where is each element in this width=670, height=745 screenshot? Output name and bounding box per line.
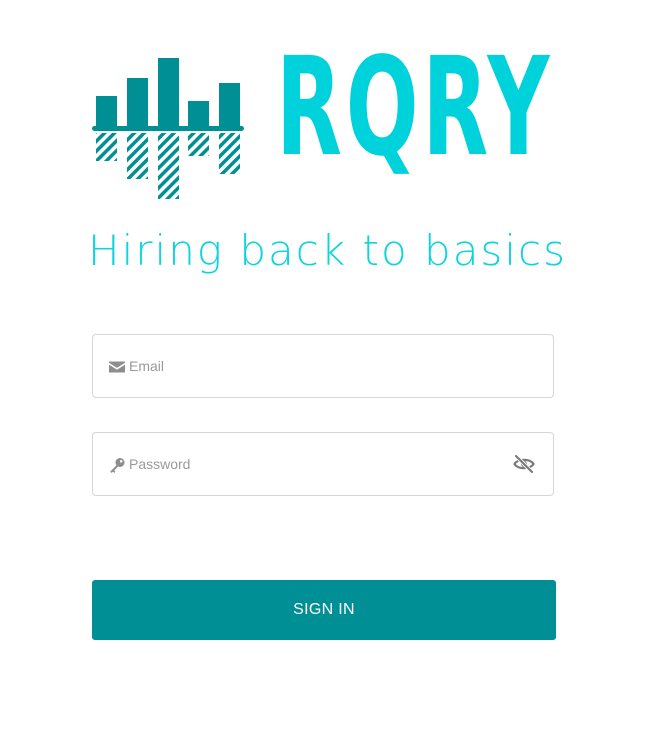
sign-in-button[interactable]: SIGN IN <box>92 580 556 640</box>
brand-header: RQRY Hiring back to basics <box>0 0 670 290</box>
email-input[interactable] <box>129 335 509 397</box>
envelope-icon <box>109 361 125 373</box>
password-input[interactable] <box>129 433 509 495</box>
eye-slash-icon[interactable] <box>513 454 535 474</box>
logo-mark-icon <box>92 58 244 199</box>
key-icon <box>110 458 125 473</box>
brand-wordmark: RQRY <box>276 29 554 187</box>
brand-tagline: Hiring back to basics <box>88 226 567 275</box>
email-field[interactable] <box>92 334 554 398</box>
password-field[interactable] <box>92 432 554 496</box>
